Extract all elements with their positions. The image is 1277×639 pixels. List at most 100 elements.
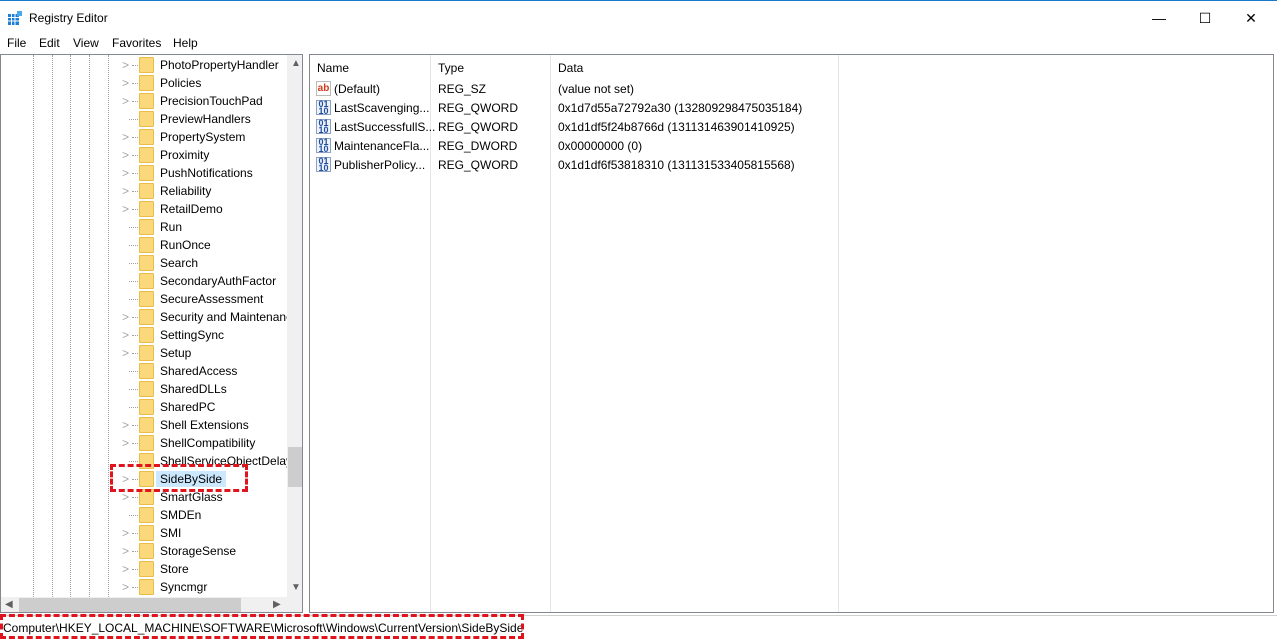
- tree-item[interactable]: > ShellCompatibility: [1, 434, 287, 452]
- binary-value-icon: 01 10: [316, 119, 331, 135]
- tree-item[interactable]: > Proximity: [1, 146, 287, 164]
- column-header-name[interactable]: Name: [317, 61, 349, 75]
- tree-item[interactable]: > Store: [1, 560, 287, 578]
- chevron-right-icon[interactable]: >: [122, 436, 129, 450]
- binary-value-icon: 01 10: [316, 157, 331, 173]
- tree-item[interactable]: SharedDLLs: [1, 380, 287, 398]
- tree-item[interactable]: > Security and Maintenance: [1, 308, 299, 326]
- tree-vertical-scroll-thumb[interactable]: [288, 447, 302, 487]
- tree-item[interactable]: > PrecisionTouchPad: [1, 92, 287, 110]
- tree-item[interactable]: > PropertySystem: [1, 128, 287, 146]
- chevron-right-icon[interactable]: >: [122, 580, 129, 594]
- column-header-data[interactable]: Data: [558, 61, 583, 75]
- chevron-right-icon[interactable]: >: [122, 562, 129, 576]
- chevron-right-icon[interactable]: >: [122, 346, 129, 360]
- tree-connector: [129, 281, 138, 282]
- chevron-right-icon[interactable]: >: [122, 58, 129, 72]
- tree-connector: [132, 65, 138, 66]
- chevron-right-icon[interactable]: >: [122, 490, 129, 504]
- tree-connector: [132, 335, 138, 336]
- chevron-right-icon[interactable]: >: [122, 202, 129, 216]
- tree-vertical-scrollbar[interactable]: [287, 55, 302, 597]
- tree-item[interactable]: > SMI: [1, 524, 287, 542]
- chevron-right-icon[interactable]: >: [122, 310, 129, 324]
- scroll-right-icon[interactable]: ▶: [273, 599, 281, 610]
- tree-item[interactable]: Run: [1, 218, 287, 236]
- scroll-left-icon[interactable]: ◀: [5, 599, 13, 610]
- chevron-right-icon[interactable]: >: [122, 418, 129, 432]
- tree-item[interactable]: ShellServiceObjectDelay: [1, 452, 292, 470]
- folder-icon: [139, 579, 154, 595]
- value-row[interactable]: 01 10 MaintenanceFla... REG_DWORD 0x00000000…: [310, 137, 850, 156]
- tree-item-label: PropertySystem: [160, 130, 246, 144]
- tree-item[interactable]: SecondaryAuthFactor: [1, 272, 287, 290]
- close-button[interactable]: ✕: [1228, 1, 1274, 35]
- chevron-right-icon[interactable]: >: [122, 544, 129, 558]
- folder-icon: [139, 489, 154, 505]
- tree-item[interactable]: SharedPC: [1, 398, 287, 416]
- tree-item-label: PreviewHandlers: [160, 112, 251, 126]
- column-header-type[interactable]: Type: [438, 61, 464, 75]
- tree-connector: [129, 263, 138, 264]
- chevron-right-icon[interactable]: >: [122, 166, 129, 180]
- tree-item[interactable]: > SideBySide: [1, 470, 287, 488]
- tree-item[interactable]: > PhotoPropertyHandler: [1, 56, 287, 74]
- chevron-right-icon[interactable]: >: [122, 472, 129, 486]
- tree-item[interactable]: > SmartGlass: [1, 488, 287, 506]
- scroll-up-icon[interactable]: ▲: [291, 58, 301, 69]
- value-row[interactable]: ab (Default) REG_SZ (value not set): [310, 80, 850, 99]
- menu-file[interactable]: File: [7, 36, 26, 50]
- string-value-icon: ab: [316, 81, 331, 96]
- tree-connector: [132, 587, 138, 588]
- menu-favorites[interactable]: Favorites: [112, 36, 161, 50]
- tree-connector: [129, 461, 138, 462]
- tree-item[interactable]: SecureAssessment: [1, 290, 287, 308]
- chevron-right-icon[interactable]: >: [122, 76, 129, 90]
- folder-icon: [139, 147, 154, 163]
- tree-connector: [132, 551, 138, 552]
- minimize-button[interactable]: —: [1136, 1, 1182, 35]
- folder-icon: [139, 111, 154, 127]
- chevron-right-icon[interactable]: >: [122, 148, 129, 162]
- tree-item[interactable]: SharedAccess: [1, 362, 287, 380]
- window-title: Registry Editor: [29, 11, 108, 25]
- folder-icon: [139, 381, 154, 397]
- tree-item-label: SharedAccess: [160, 364, 238, 378]
- tree-connector: [129, 299, 138, 300]
- chevron-right-icon[interactable]: >: [122, 328, 129, 342]
- tree-item[interactable]: > Syncmgr: [1, 578, 287, 596]
- tree-item[interactable]: PreviewHandlers: [1, 110, 287, 128]
- tree-item[interactable]: > SettingSync: [1, 326, 287, 344]
- chevron-right-icon[interactable]: >: [122, 526, 129, 540]
- menu-edit[interactable]: Edit: [39, 36, 60, 50]
- tree-item[interactable]: RunOnce: [1, 236, 287, 254]
- tree-item[interactable]: > Shell Extensions: [1, 416, 287, 434]
- tree-item[interactable]: SMDEn: [1, 506, 287, 524]
- tree-item[interactable]: > Policies: [1, 74, 287, 92]
- tree-connector: [132, 101, 138, 102]
- binary-value-icon: 01 10: [316, 100, 331, 116]
- tree-item[interactable]: > Reliability: [1, 182, 287, 200]
- value-name: (Default): [334, 82, 381, 96]
- value-row[interactable]: 01 10 PublisherPolicy... REG_QWORD 0x1d1df6f…: [310, 156, 850, 175]
- tree-item[interactable]: > StorageSense: [1, 542, 287, 560]
- tree-horizontal-scroll-thumb[interactable]: [19, 598, 241, 612]
- registry-tree[interactable]: > PhotoPropertyHandler > Policies > Precision…: [0, 54, 303, 613]
- chevron-right-icon[interactable]: >: [122, 94, 129, 108]
- value-row[interactable]: 01 10 LastScavenging... REG_QWORD 0x1d7d55a7…: [310, 99, 850, 118]
- tree-item[interactable]: > PushNotifications: [1, 164, 287, 182]
- tree-item[interactable]: Search: [1, 254, 287, 272]
- scroll-down-icon[interactable]: ▼: [291, 582, 301, 593]
- tree-item-label: SideBySide: [156, 471, 227, 487]
- tree-item-label: SmartGlass: [160, 490, 223, 504]
- value-row[interactable]: 01 10 LastSuccessfullS... REG_QWORD 0x1d1df5…: [310, 118, 850, 137]
- menu-view[interactable]: View: [73, 36, 99, 50]
- menu-help[interactable]: Help: [173, 36, 198, 50]
- tree-connector: [132, 137, 138, 138]
- chevron-right-icon[interactable]: >: [122, 130, 129, 144]
- chevron-right-icon[interactable]: >: [122, 184, 129, 198]
- values-list[interactable]: Name Type Data ab (Default) REG_SZ (value n…: [309, 54, 1274, 613]
- tree-item[interactable]: > RetailDemo: [1, 200, 287, 218]
- maximize-button[interactable]: ☐: [1182, 1, 1228, 35]
- tree-item[interactable]: > Setup: [1, 344, 287, 362]
